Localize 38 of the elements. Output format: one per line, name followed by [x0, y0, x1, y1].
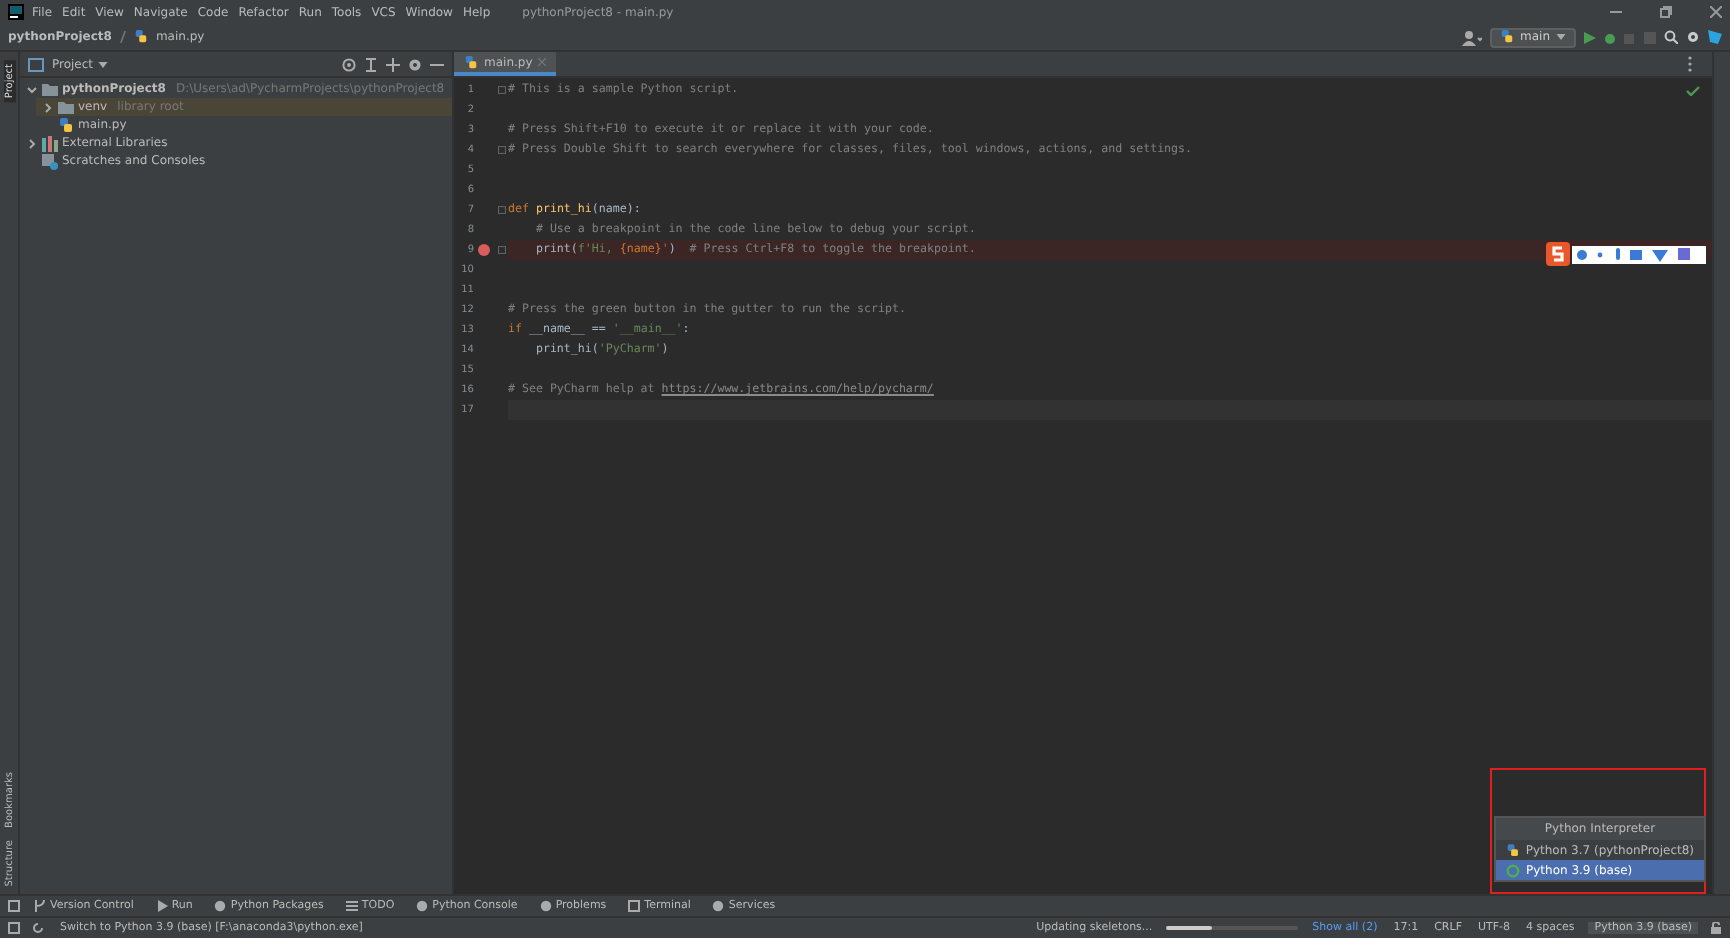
python-file-icon	[464, 55, 478, 69]
list-icon	[345, 900, 358, 912]
minimize-icon[interactable]	[1610, 6, 1622, 18]
python-file-icon	[58, 117, 74, 133]
user-icon[interactable]	[1462, 29, 1482, 45]
caret-icon	[1556, 34, 1566, 40]
search-icon[interactable]	[1664, 30, 1678, 44]
close-icon[interactable]	[1710, 6, 1722, 18]
locate-icon[interactable]	[342, 57, 356, 71]
chevron-down-icon[interactable]	[26, 83, 38, 95]
panel-toggle-icon[interactable]	[8, 900, 20, 912]
caret-icon[interactable]	[97, 61, 108, 67]
collapse-icon[interactable]	[364, 57, 378, 71]
settings-icon[interactable]	[408, 57, 422, 71]
separator-icon	[119, 30, 126, 44]
run-icon[interactable]	[1584, 31, 1596, 43]
branch-icon	[34, 900, 46, 912]
refresh-icon	[32, 922, 44, 934]
terminal-icon	[628, 900, 641, 912]
chevron-right-icon[interactable]	[42, 101, 54, 113]
restore-icon[interactable]	[1660, 6, 1672, 18]
expand-icon[interactable]	[386, 57, 400, 71]
python-file-icon	[133, 30, 148, 44]
chevron-right-icon[interactable]	[26, 137, 38, 149]
scratch-icon	[42, 153, 58, 169]
lock-icon[interactable]	[1710, 922, 1722, 934]
ime-toolbar-drawing[interactable]	[1546, 242, 1706, 266]
python-icon	[1506, 843, 1520, 857]
settings-icon[interactable]	[1686, 30, 1700, 44]
library-icon	[42, 135, 58, 151]
python-icon	[1500, 30, 1514, 44]
breakpoint-icon[interactable]	[478, 244, 490, 256]
ring-icon	[1506, 863, 1520, 877]
run-icon	[155, 900, 168, 912]
app-logo-icon	[8, 4, 24, 20]
check-icon	[1686, 86, 1700, 96]
panel-icon	[28, 57, 44, 71]
window-icon	[8, 922, 20, 934]
